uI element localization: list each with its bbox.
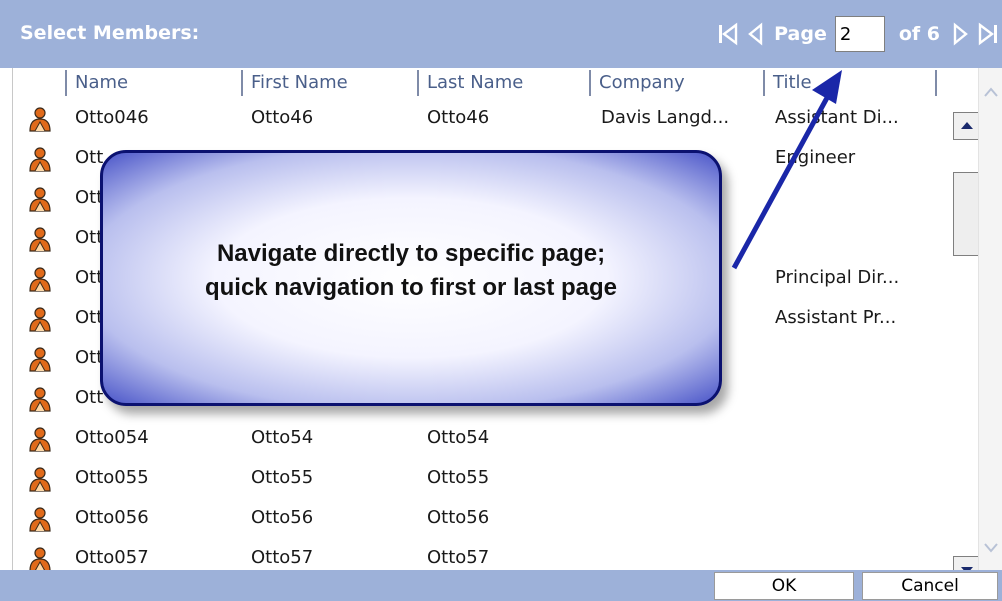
- table-cell-last: Otto54: [427, 427, 490, 448]
- column-header-divider: [935, 70, 945, 96]
- scroll-down-icon[interactable]: [953, 556, 979, 570]
- table-cell-title: Engineer: [775, 147, 856, 168]
- person-icon: [27, 386, 53, 412]
- column-header-name[interactable]: Name: [65, 70, 241, 96]
- outer-scroll-down-icon[interactable]: [979, 528, 1002, 568]
- page-number-input[interactable]: [834, 16, 885, 52]
- outer-scroll-up-icon[interactable]: [979, 74, 1002, 114]
- table-cell-last: Otto56: [427, 507, 490, 528]
- table-cell-title: [775, 178, 939, 218]
- previous-page-icon[interactable]: [742, 20, 770, 48]
- table-scrollbar[interactable]: [949, 104, 979, 570]
- table-cell-last: Otto55: [427, 467, 490, 488]
- table-row[interactable]: Otto056 Otto56 Otto56: [13, 498, 943, 538]
- person-icon: [27, 426, 53, 452]
- column-headers: Name First Name Last Name Company Title: [13, 68, 979, 96]
- next-page-icon[interactable]: [946, 20, 974, 48]
- table-cell-first: Otto46: [251, 107, 314, 128]
- page-count-label: of 6: [898, 23, 940, 45]
- footer-bar: OK Cancel: [0, 570, 1002, 601]
- table-cell-title: Principal Dir...: [775, 267, 900, 288]
- table-cell-company: [601, 498, 771, 538]
- person-icon: [27, 466, 53, 492]
- callout-text: Navigate directly to specific page; quic…: [103, 237, 719, 305]
- column-header-first-name[interactable]: First Name: [241, 70, 417, 96]
- table-cell-first: Otto57: [251, 547, 314, 568]
- scroll-up-icon[interactable]: [953, 112, 979, 140]
- table-cell-name: Otto055: [75, 467, 149, 488]
- table-cell-title: [775, 498, 939, 538]
- table-cell-company: [601, 418, 771, 458]
- person-icon: [27, 266, 53, 292]
- table-row[interactable]: Otto057 Otto57 Otto57: [13, 538, 943, 570]
- pager: Page of 6: [714, 14, 1002, 54]
- table-cell-last: Otto57: [427, 547, 490, 568]
- column-header-last-name[interactable]: Last Name: [417, 70, 589, 96]
- table-cell-title: [775, 418, 939, 458]
- person-icon: [27, 306, 53, 332]
- table-cell-name: Otto046: [75, 107, 149, 128]
- table-cell-title: Assistant Pr...: [775, 307, 897, 328]
- person-icon: [27, 346, 53, 372]
- cancel-button[interactable]: Cancel: [862, 572, 998, 600]
- table-cell-company: [601, 538, 771, 570]
- ok-button[interactable]: OK: [714, 572, 854, 600]
- person-icon: [27, 506, 53, 532]
- person-icon: [27, 106, 53, 132]
- table-cell-first: Otto56: [251, 507, 314, 528]
- table-cell-company: Davis Langd...: [601, 107, 730, 128]
- table-cell-company: [601, 458, 771, 498]
- table-row[interactable]: Otto046 Otto46 Otto46 Davis Langd... Assista…: [13, 98, 943, 138]
- table-cell-title: [775, 458, 939, 498]
- table-cell-first: Otto55: [251, 467, 314, 488]
- column-header-company[interactable]: Company: [589, 70, 763, 96]
- callout-line-2: quick navigation to first or last page: [204, 274, 618, 301]
- table-cell-first: Otto54: [251, 427, 314, 448]
- person-icon: [27, 146, 53, 172]
- table-cell-name: Otto054: [75, 427, 149, 448]
- person-icon: [27, 226, 53, 252]
- first-page-icon[interactable]: [714, 20, 742, 48]
- column-header-title[interactable]: Title: [763, 70, 935, 96]
- callout-line-1: Navigate directly to specific page;: [216, 240, 606, 267]
- table-row[interactable]: Otto054 Otto54 Otto54: [13, 418, 943, 458]
- person-icon: [27, 186, 53, 212]
- dialog-title: Select Members:: [20, 22, 200, 44]
- table-cell-name: Otto057: [75, 547, 149, 568]
- table-cell-title: [775, 378, 939, 418]
- page-label: Page: [774, 23, 827, 45]
- header-bar: Select Members: Page of 6: [0, 0, 1002, 68]
- annotation-callout: Navigate directly to specific page; quic…: [100, 150, 722, 406]
- scroll-thumb[interactable]: [953, 172, 979, 256]
- table-cell-title: [775, 218, 939, 258]
- dialog-scrollbar[interactable]: [978, 68, 1002, 570]
- table-row[interactable]: Otto055 Otto55 Otto55: [13, 458, 943, 498]
- table-cell-title: Assistant Di...: [775, 107, 899, 128]
- person-icon: [27, 546, 53, 570]
- last-page-icon[interactable]: [974, 20, 1002, 48]
- table-cell-title: [775, 538, 939, 570]
- table-cell-name: Otto056: [75, 507, 149, 528]
- table-cell-title: [775, 338, 939, 378]
- table-cell-last: Otto46: [427, 107, 490, 128]
